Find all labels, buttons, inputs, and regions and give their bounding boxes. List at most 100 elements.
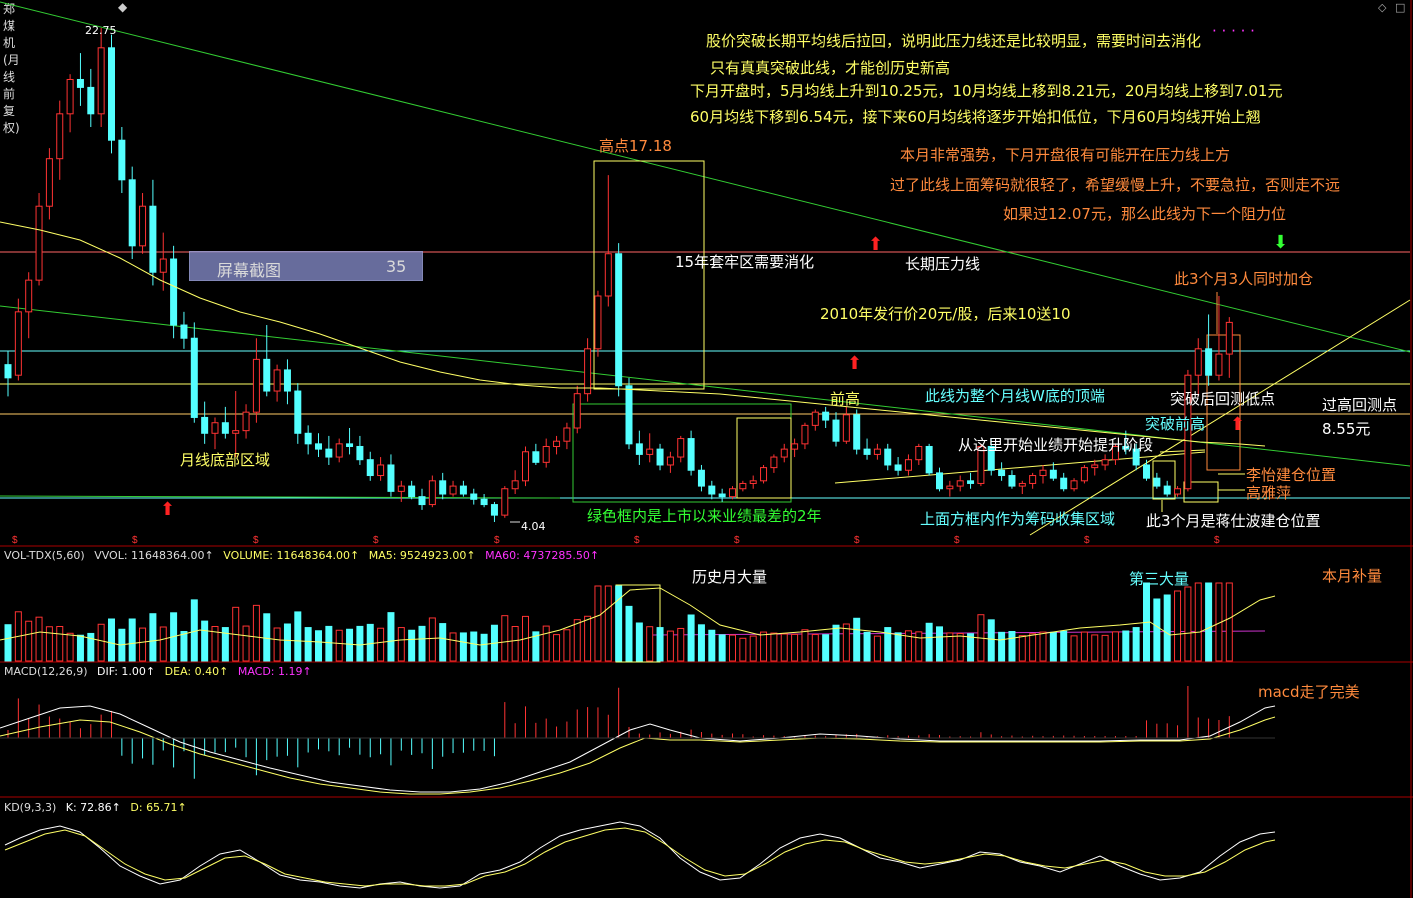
volume-bar: [1091, 634, 1099, 662]
macd-value: MACD: 1.19↑: [237, 665, 312, 678]
kd-name: KD(9,3,3): [4, 801, 57, 814]
gao-label: 高雅萍: [1246, 484, 1292, 502]
screenshot-value: 35: [386, 257, 407, 276]
candle-body: [149, 205, 157, 273]
volume-bar: [470, 631, 478, 662]
candle-body: [553, 440, 561, 447]
macd-dif-line: [0, 705, 1276, 793]
candle-body: [1163, 485, 1171, 495]
long-line-label: 长期压力线: [905, 255, 981, 273]
x-marker: $: [854, 535, 860, 546]
candle-body: [449, 485, 457, 495]
candle-body: [170, 258, 178, 326]
volume-bar: [1101, 634, 1109, 662]
candle-body: [656, 448, 664, 466]
candle-body: [470, 493, 478, 500]
volume-bar: [708, 629, 716, 662]
candle-body: [1225, 321, 1233, 355]
volume-bar: [1039, 631, 1047, 662]
volume-bar: [428, 617, 436, 662]
candle-body: [563, 427, 571, 442]
volume-bar: [1008, 631, 1016, 662]
candle-body: [346, 443, 354, 447]
candle-body: [87, 86, 95, 115]
volume-bar: [511, 626, 519, 662]
candle-body: [108, 47, 115, 141]
candle-body: [315, 443, 322, 450]
up-arrow-icon: ⬆: [868, 234, 884, 255]
volume-bar: [45, 626, 53, 662]
candle-body: [139, 205, 147, 247]
candle-body: [801, 424, 809, 445]
candle-body: [1018, 482, 1026, 487]
stock-chart-window: 郑煤机(月线 前复权) ◆ ◇ □ $ $ $ $ $ $ $ $ $ $ $ …: [0, 0, 1413, 898]
volume-bar: [822, 634, 830, 662]
candle-body: [584, 348, 592, 395]
volume-bar: [853, 617, 861, 662]
volume-bar: [1174, 590, 1182, 662]
candle-body: [1070, 480, 1078, 490]
up-arrow-icon: ⬆: [1230, 414, 1246, 435]
volume-bar: [646, 626, 654, 662]
volume-bar: [387, 612, 395, 662]
volume-bar: [925, 622, 933, 662]
volume-bar: [108, 618, 115, 662]
volume-bar: [1163, 594, 1171, 662]
candle-body: [1143, 464, 1150, 479]
volume-bar: [1225, 582, 1233, 662]
w-top-label: 此线为整个月线W底的顶端: [925, 387, 1105, 405]
candle-body: [439, 480, 447, 495]
volume-bar: [335, 629, 343, 662]
volume-bar: [1122, 630, 1130, 662]
kd-k: K: 72.86↑: [65, 801, 121, 814]
candle-body: [718, 493, 726, 498]
volume-bar: [1049, 631, 1057, 662]
volume-bar: [739, 637, 747, 662]
candle-body: [501, 488, 509, 516]
candle-body: [76, 78, 84, 88]
volume-bar: [687, 614, 695, 662]
volume-bar: [780, 633, 788, 662]
volume-bar: [1018, 635, 1026, 662]
volume-bar: [584, 615, 592, 662]
volume-bar: [325, 625, 333, 662]
volume-bar: [791, 633, 799, 662]
x-marker: $: [1084, 535, 1090, 546]
candle-body: [1194, 348, 1202, 376]
candle-body: [56, 113, 64, 160]
breakback-label: 突破后回测低点: [1170, 390, 1276, 408]
kd-d-line: [4, 827, 1276, 887]
volume-bar: [956, 632, 964, 662]
volume-bar: [677, 627, 685, 662]
candle-body: [811, 411, 819, 426]
candle-body: [791, 443, 799, 450]
volume-bar: [625, 605, 633, 662]
screenshot-overlay[interactable]: 屏幕截图 35: [189, 251, 423, 281]
candle-body: [490, 504, 498, 516]
jiang-label: 此3个月是蒋仕波建仓位置: [1146, 512, 1321, 530]
volume-bar: [718, 634, 726, 662]
volume-bar: [283, 623, 291, 662]
candle-body: [904, 459, 912, 471]
volume-bar: [842, 623, 850, 662]
candle-body: [998, 469, 1006, 477]
vol-ma60: MA60: 4737285.50↑: [485, 549, 600, 562]
candle-body: [1205, 348, 1213, 376]
volume-bar: [542, 625, 550, 662]
candle-body: [387, 464, 395, 492]
candle-body: [780, 448, 788, 458]
volume-bar: [915, 631, 923, 662]
candle-body: [283, 369, 291, 392]
candle-body: [273, 369, 281, 392]
annotation-text: 如果过12.07元，那么此线为下一个阻力位: [1003, 205, 1286, 223]
candle-body: [832, 419, 840, 442]
volume-bar: [1080, 631, 1088, 662]
volume-bar: [294, 611, 302, 662]
x-marker: $: [12, 535, 18, 546]
candle-body: [418, 496, 426, 506]
candle-body: [925, 445, 933, 474]
x-marker: $: [132, 535, 138, 546]
volume-bar: [201, 620, 209, 662]
volume-bar: [480, 633, 488, 662]
volume-bar: [1060, 630, 1068, 662]
